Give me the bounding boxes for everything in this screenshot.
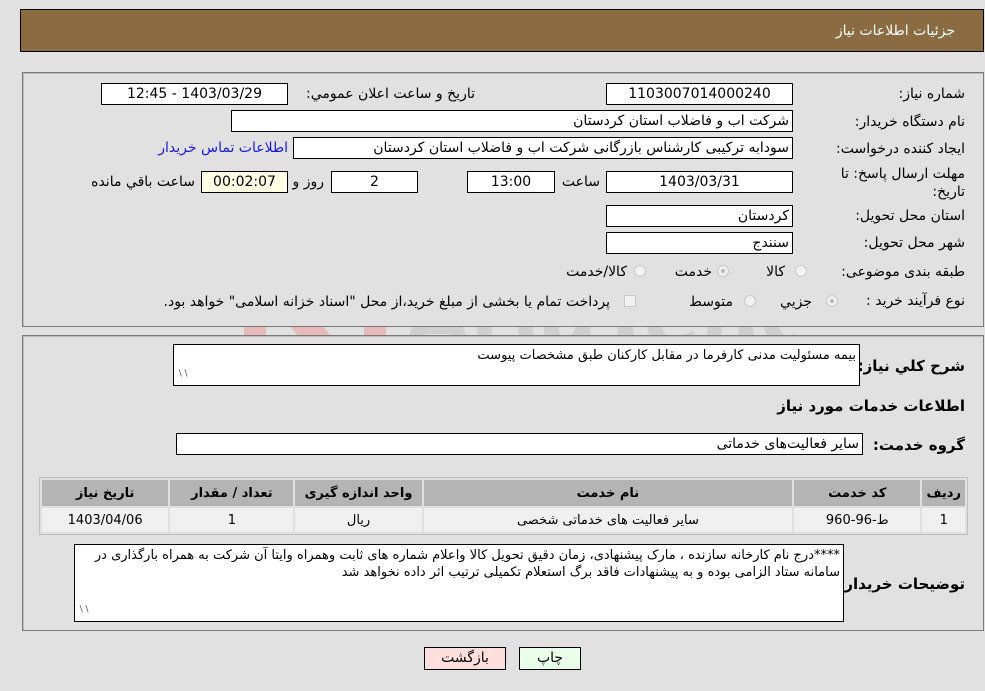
treasury-checkbox[interactable] xyxy=(624,295,636,307)
col-need-date: تاریخ نیاز xyxy=(42,480,169,506)
cell-service-code: ط-96-960 xyxy=(794,508,921,532)
back-button[interactable]: بازگشت xyxy=(424,647,506,670)
days-label: روز و xyxy=(292,174,325,190)
table-row: 1 ط-96-960 سایر فعالیت های خدماتی شخصی ر… xyxy=(42,508,965,532)
col-service-code: کد خدمت xyxy=(794,480,921,506)
city-label: شهر محل تحویل: xyxy=(863,235,965,251)
creator-label: ایجاد کننده درخواست: xyxy=(836,141,965,157)
buyer-notes-text: ****درج نام کارخانه سازنده ، مارک پیشنها… xyxy=(94,548,840,580)
page-header: جزئیات اطلاعات نیاز xyxy=(20,9,984,52)
table-header-row: ردیف کد خدمت نام خدمت واحد اندازه گیری ت… xyxy=(42,480,965,506)
buyer-notes-label: توضیحات خریدار: xyxy=(838,575,965,593)
page-title: جزئیات اطلاعات نیاز xyxy=(835,23,955,39)
category-label: طبقه بندی موضوعی: xyxy=(841,264,965,280)
deadline-time-field: 13:00 xyxy=(467,171,555,193)
buyer-contact-link[interactable]: اطلاعات تماس خریدار xyxy=(158,140,288,156)
process-option-medium: متوسط xyxy=(689,294,733,310)
cell-need-date: 1403/04/06 xyxy=(42,508,169,532)
buyer-notes-textarea[interactable]: ****درج نام کارخانه سازنده ، مارک پیشنها… xyxy=(74,544,844,622)
deadline-date-field: 1403/03/31 xyxy=(606,171,793,193)
province-field: کردستان xyxy=(606,205,793,227)
need-number-label: شماره نیاز: xyxy=(898,86,966,102)
need-number-field: 1103007014000240 xyxy=(606,83,793,105)
category-radio-service[interactable] xyxy=(717,265,729,277)
process-label: نوع فرآیند خرید : xyxy=(866,293,965,309)
process-radio-minor[interactable] xyxy=(826,295,838,307)
city-field: سنندج xyxy=(606,232,793,254)
remaining-label: ساعت باقي مانده xyxy=(91,174,195,190)
description-text: بیمه مسئولیت مدنی کارفرما در مقابل کارکن… xyxy=(477,348,856,363)
buyer-org-label: نام دستگاه خریدار: xyxy=(854,114,965,130)
col-row-number: ردیف xyxy=(922,480,965,506)
category-option-goods-service: کالا/خدمت xyxy=(566,264,627,280)
deadline-label-line1: مهلت ارسال پاسخ: تا xyxy=(840,166,965,182)
cell-service-name: سایر فعالیت های خدماتی شخصی xyxy=(423,508,793,532)
category-option-service: خدمت xyxy=(674,264,712,280)
process-option-minor: جزیي xyxy=(780,294,812,310)
resize-grip-icon[interactable]: ∖∖ xyxy=(177,366,188,383)
province-label: استان محل تحویل: xyxy=(855,208,965,224)
announce-datetime-field: 1403/03/29 - 12:45 xyxy=(101,83,288,105)
description-label: شرح کلي نیاز: xyxy=(857,357,965,375)
creator-field: سودابه ترکیبی کارشناس بازرگانی شرکت اب و… xyxy=(293,137,793,159)
resize-grip-icon[interactable]: ∖∖ xyxy=(78,602,89,619)
process-radio-medium[interactable] xyxy=(744,295,756,307)
buyer-org-field: شرکت اب و فاضلاب استان کردستان xyxy=(231,110,793,132)
deadline-label: مهلت ارسال پاسخ: تا تاریخ: xyxy=(841,165,965,201)
services-table: ردیف کد خدمت نام خدمت واحد اندازه گیری ت… xyxy=(39,477,968,535)
treasury-note: پرداخت تمام یا بخشی از مبلغ خرید،از محل … xyxy=(163,294,610,310)
category-radio-goods-service[interactable] xyxy=(634,265,646,277)
days-remaining-field: 2 xyxy=(331,171,418,193)
category-option-goods: کالا xyxy=(766,264,785,280)
deadline-label-line2: تاریخ: xyxy=(932,184,965,200)
service-group-field: سایر فعالیت‌های خدماتی xyxy=(176,433,863,455)
category-radio-goods[interactable] xyxy=(795,265,807,277)
description-textarea[interactable]: بیمه مسئولیت مدنی کارفرما در مقابل کارکن… xyxy=(173,344,860,386)
remaining-time-field: 00:02:07 xyxy=(201,171,288,193)
col-unit: واحد اندازه گیری xyxy=(295,480,422,506)
col-service-name: نام خدمت xyxy=(423,480,793,506)
services-heading: اطلاعات خدمات مورد نیاز xyxy=(777,397,965,415)
print-button[interactable]: چاپ xyxy=(519,647,581,670)
cell-row-number: 1 xyxy=(922,508,965,532)
time-label: ساعت xyxy=(561,174,600,190)
service-group-label: گروه خدمت: xyxy=(872,436,965,454)
col-quantity: تعداد / مقدار xyxy=(170,480,294,506)
cell-unit: ریال xyxy=(295,508,422,532)
announce-label: تاریخ و ساعت اعلان عمومي: xyxy=(306,86,475,102)
cell-quantity: 1 xyxy=(170,508,294,532)
